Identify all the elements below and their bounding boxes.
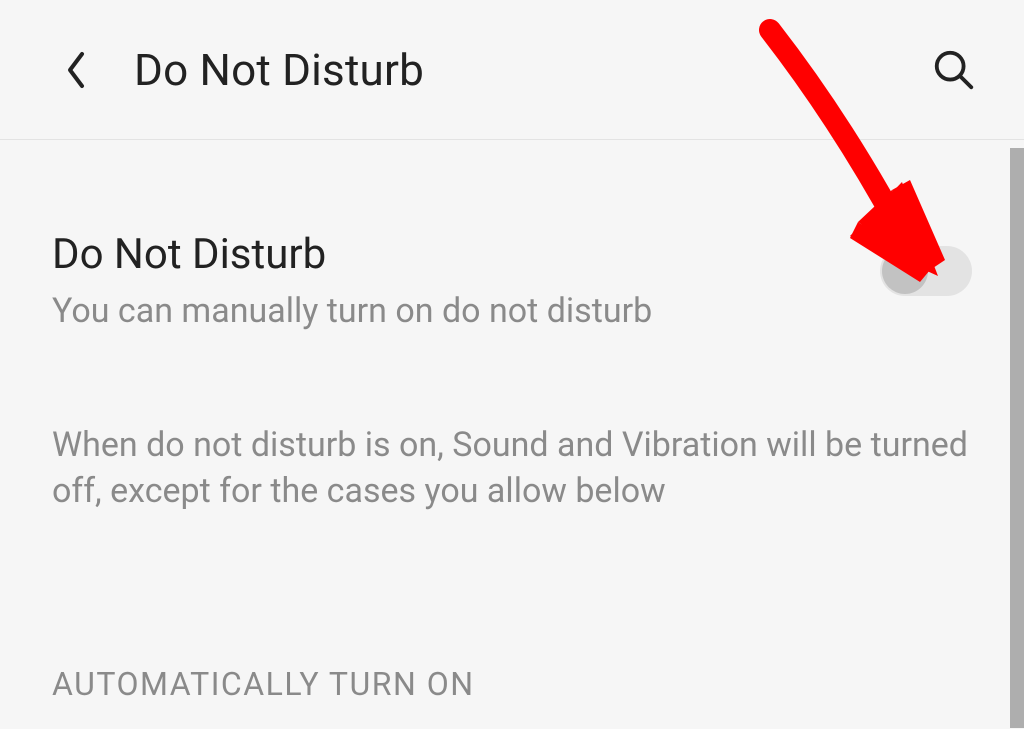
toggle-knob xyxy=(882,248,928,294)
scrollbar[interactable] xyxy=(1010,148,1024,728)
chevron-left-icon xyxy=(64,50,88,90)
page-title: Do Not Disturb xyxy=(134,44,424,96)
search-button[interactable] xyxy=(928,44,980,96)
section-header-auto: AUTOMATICALLY TURN ON xyxy=(52,665,972,703)
header-bar: Do Not Disturb xyxy=(0,0,1024,140)
dnd-toggle-switch[interactable] xyxy=(880,246,972,296)
content-area: Do Not Disturb You can manually turn on … xyxy=(0,140,1024,703)
back-button[interactable] xyxy=(56,50,96,90)
do-not-disturb-screen: Do Not Disturb Do Not Disturb You can ma… xyxy=(0,0,1024,729)
dnd-info-text: When do not disturb is on, Sound and Vib… xyxy=(52,423,972,515)
dnd-toggle-text: Do Not Disturb You can manually turn on … xyxy=(52,230,880,333)
search-icon xyxy=(931,47,977,93)
dnd-toggle-row: Do Not Disturb You can manually turn on … xyxy=(52,230,972,333)
dnd-toggle-subtitle: You can manually turn on do not disturb xyxy=(52,290,840,333)
dnd-toggle-title: Do Not Disturb xyxy=(52,230,840,280)
